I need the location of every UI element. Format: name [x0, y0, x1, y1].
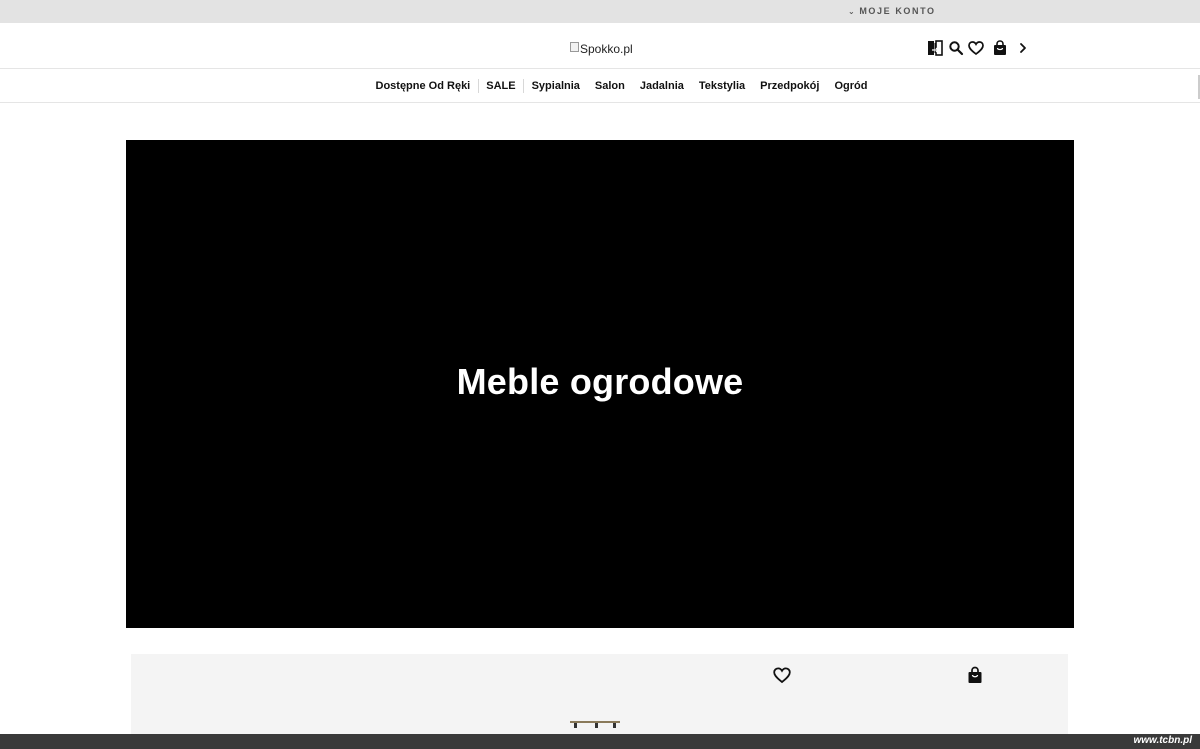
search-icon[interactable] — [947, 39, 965, 57]
heart-icon[interactable] — [967, 39, 985, 57]
chevron-right-icon[interactable] — [1014, 39, 1032, 57]
shopping-bag-icon[interactable] — [965, 665, 985, 685]
watermark-text: www.tcbn.pl — [1133, 735, 1192, 746]
nav-item-sypialnia[interactable]: Sypialnia — [524, 80, 587, 92]
chevron-down-icon: ⌄ — [848, 6, 857, 16]
broken-image-icon — [570, 42, 579, 52]
nav-item-sale[interactable]: SALE — [479, 80, 523, 92]
nav-item-jadalnia[interactable]: Jadalnia — [632, 80, 691, 92]
logo-alt-text: Spokko.pl — [580, 42, 633, 56]
heart-icon[interactable] — [772, 665, 792, 685]
nav-item-dostepne-od-reki[interactable]: Dostępne Od Ręki — [368, 80, 478, 92]
compare-icon[interactable] — [926, 39, 944, 57]
site-logo[interactable]: Spokko.pl — [570, 42, 633, 56]
top-utility-bar: ⌄ MOJE KONTO — [0, 0, 1200, 23]
my-account-label: MOJE KONTO — [859, 6, 936, 16]
hero-title: Meble ogrodowe — [456, 361, 744, 402]
site-header: Spokko.pl — [0, 23, 1200, 69]
my-account-link[interactable]: ⌄ MOJE KONTO — [848, 6, 936, 16]
nav-item-przedpokoj[interactable]: Przedpokój — [753, 80, 827, 92]
shopping-bag-icon[interactable] — [991, 39, 1009, 57]
nav-items: Dostępne Od Ręki SALE Sypialnia Salon Ja… — [368, 69, 875, 103]
main-navigation: Dostępne Od Ręki SALE Sypialnia Salon Ja… — [0, 69, 1200, 103]
hero-banner[interactable]: Meble ogrodowe — [126, 140, 1074, 628]
bottom-bar: www.tcbn.pl — [0, 734, 1200, 749]
nav-item-ogrod[interactable]: Ogród — [827, 80, 875, 92]
nav-item-salon[interactable]: Salon — [587, 80, 632, 92]
nav-item-tekstylia[interactable]: Tekstylia — [691, 80, 752, 92]
